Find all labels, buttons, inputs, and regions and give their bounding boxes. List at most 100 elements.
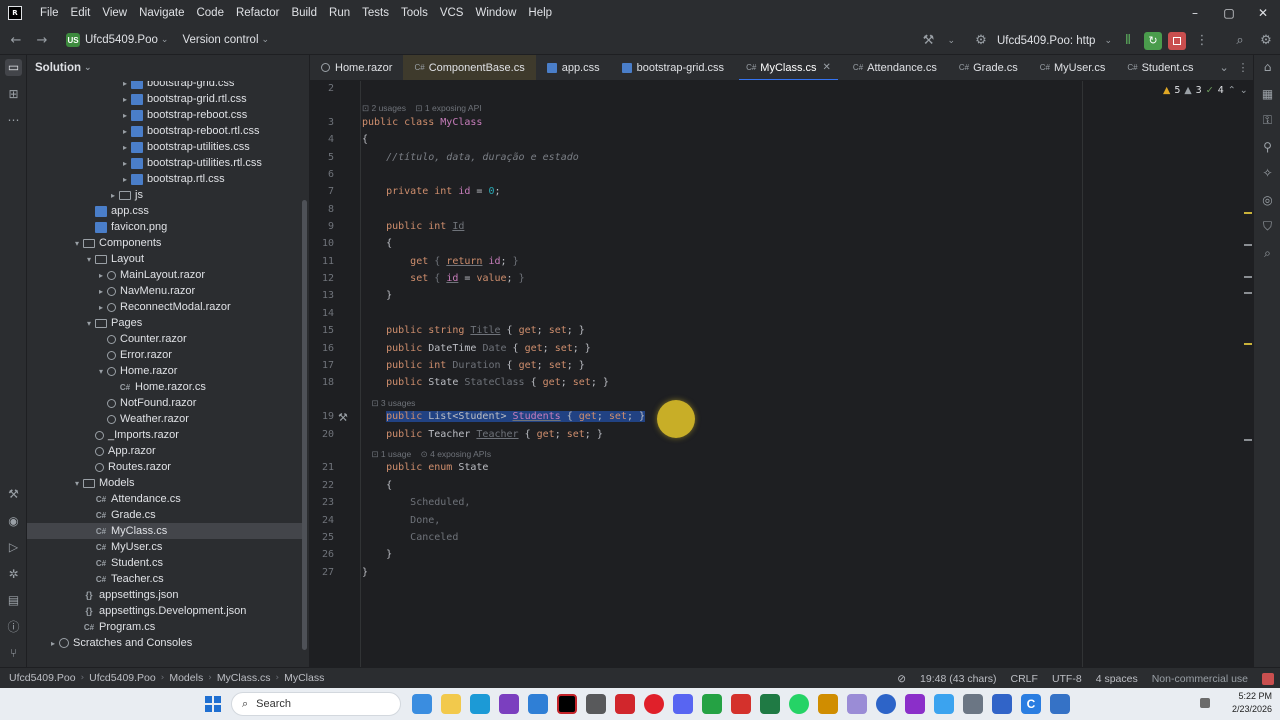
chevron-down-icon[interactable]: ▾ <box>83 319 95 328</box>
nuget-icon[interactable]: ⚿ <box>1259 112 1276 129</box>
breadcrumb-item[interactable]: Ufcd5409.Poo <box>6 672 79 684</box>
debug-icon[interactable]: ⦀ <box>1118 33 1138 48</box>
chrome-app-icon[interactable] <box>412 694 432 714</box>
chevron-right-icon[interactable]: ▸ <box>119 175 131 184</box>
code-line[interactable]: set { id = value; } <box>362 273 524 284</box>
license-status[interactable]: Non-commercial use <box>1152 673 1248 685</box>
code-line[interactable]: public List<Student> Students { get; set… <box>362 411 645 423</box>
code-line[interactable]: public int Duration { get; set; } <box>362 360 585 371</box>
inspection-widget[interactable]: ▲ 5 ▲ 3 ✓ 4 ⌃ ⌄ <box>1163 85 1248 96</box>
terminal-app-icon[interactable] <box>934 694 954 714</box>
hammer-gutter-icon[interactable]: ⚒ <box>338 411 348 424</box>
notifications-icon[interactable]: ⌂ <box>1259 59 1276 76</box>
chevron-down-icon[interactable]: ▾ <box>95 367 107 376</box>
chevron-down-icon[interactable]: ⌄ <box>1104 36 1112 46</box>
run-icon[interactable]: ▷ <box>5 539 22 556</box>
tray-icon[interactable] <box>1200 698 1210 708</box>
tree-item[interactable]: ▾ Home.razor <box>27 363 302 379</box>
tree-item[interactable]: C# Grade.cs <box>27 507 302 523</box>
close-button[interactable]: ✕ <box>1246 0 1280 26</box>
rider-logo-icon[interactable]: R <box>8 6 22 20</box>
code-line[interactable]: Done, <box>362 515 440 526</box>
chevron-down-icon[interactable]: ⌄ <box>947 36 955 46</box>
blender-app-icon[interactable] <box>818 694 838 714</box>
code-line[interactable]: public Teacher Teacher { get; set; } <box>362 429 603 440</box>
chevron-right-icon[interactable]: ▸ <box>47 639 59 648</box>
chevron-right-icon[interactable]: ▸ <box>119 95 131 104</box>
ide-status-icon[interactable] <box>1262 672 1274 685</box>
chevron-up-icon[interactable]: ⌃ <box>1228 85 1236 96</box>
upwork-app-icon[interactable] <box>702 694 722 714</box>
code-line[interactable]: { <box>362 480 392 491</box>
structure-icon[interactable]: ⊞ <box>5 86 22 103</box>
tree-item[interactable]: App.razor <box>27 443 302 459</box>
tree-item[interactable]: C# Student.cs <box>27 555 302 571</box>
tree-item[interactable]: Weather.razor <box>27 411 302 427</box>
tree-item[interactable]: ▸ bootstrap-reboot.rtl.css <box>27 123 302 139</box>
tree-item[interactable]: ▸ bootstrap.rtl.css <box>27 171 302 187</box>
minimize-button[interactable]: – <box>1178 0 1212 26</box>
tab-myuser-cs[interactable]: C# MyUser.cs <box>1029 55 1117 80</box>
maximize-button[interactable]: ▢ <box>1212 0 1246 26</box>
indent-setting[interactable]: 4 spaces <box>1096 673 1138 685</box>
code-line[interactable]: Canceled <box>362 532 458 543</box>
chevron-down-icon[interactable]: ▾ <box>71 239 83 248</box>
tab-app-css[interactable]: app.css <box>536 55 611 80</box>
unit-tests-icon[interactable]: ⚲ <box>1259 139 1276 156</box>
tab-myclass-cs[interactable]: C# MyClass.cs ✕ <box>735 55 842 80</box>
windows-start-icon[interactable] <box>205 696 221 712</box>
tree-item[interactable]: _Imports.razor <box>27 427 302 443</box>
menu-navigate[interactable]: Navigate <box>133 0 190 26</box>
chevron-right-icon[interactable]: ▸ <box>95 271 107 280</box>
problems-icon[interactable]: ⓘ <box>5 619 22 636</box>
breadcrumb-item[interactable]: Models <box>166 672 206 684</box>
tab-attendance-cs[interactable]: C# Attendance.cs <box>842 55 948 80</box>
menu-build[interactable]: Build <box>285 0 323 26</box>
chevron-down-icon[interactable]: ▾ <box>83 255 95 264</box>
menu-window[interactable]: Window <box>469 0 522 26</box>
project-folder-icon[interactable]: ▭ <box>5 59 22 76</box>
tree-item[interactable]: ▾ Layout <box>27 251 302 267</box>
settings-app-icon[interactable] <box>963 694 983 714</box>
tree-item[interactable]: ▸ bootstrap-grid.rtl.css <box>27 91 302 107</box>
chevron-right-icon[interactable]: ▸ <box>107 191 119 200</box>
tree-item[interactable]: C# Attendance.cs <box>27 491 302 507</box>
chevron-right-icon[interactable]: ▸ <box>119 159 131 168</box>
tree-item[interactable]: Routes.razor <box>27 459 302 475</box>
code-line[interactable]: public class MyClass <box>362 117 482 128</box>
calculator-app-icon[interactable] <box>1050 694 1070 714</box>
chevron-right-icon[interactable]: ▸ <box>119 81 131 88</box>
tree-item[interactable]: ▸ Scratches and Consoles <box>27 635 302 651</box>
chevron-down-icon[interactable]: ⌄ <box>1240 85 1248 96</box>
tree-item[interactable]: ▾ Pages <box>27 315 302 331</box>
excel-app-icon[interactable] <box>760 694 780 714</box>
cortana-app-icon[interactable]: C <box>1021 694 1041 714</box>
caret-position[interactable]: 19:48 (43 chars) <box>920 673 996 685</box>
code-line[interactable]: public enum State <box>362 462 488 473</box>
tree-item[interactable]: C# MyUser.cs <box>27 539 302 555</box>
tree-item[interactable]: {} appsettings.json <box>27 587 302 603</box>
build-hammer-icon[interactable]: ⚒ <box>918 33 938 48</box>
visual-studio-app-icon[interactable] <box>499 694 519 714</box>
obs-app-icon[interactable] <box>905 694 925 714</box>
tree-item[interactable]: C# Home.razor.cs <box>27 379 302 395</box>
dynamic-program-analysis-icon[interactable]: ⌕ <box>1259 245 1276 262</box>
close-tab-icon[interactable]: ✕ <box>823 62 831 73</box>
run-configuration-selector[interactable]: Ufcd5409.Poo: http <box>997 35 1095 47</box>
tree-item[interactable]: C# Teacher.cs <box>27 571 302 587</box>
chevron-down-icon[interactable]: ⌄ <box>161 35 169 45</box>
tab-componentbase-cs[interactable]: C# ComponentBase.cs <box>403 55 536 80</box>
photos-app-icon[interactable] <box>847 694 867 714</box>
tree-item[interactable]: ▸ MainLayout.razor <box>27 267 302 283</box>
taskbar-search[interactable]: ⌕ Search <box>231 692 401 716</box>
code-editor[interactable]: ▲ 5 ▲ 3 ✓ 4 ⌃ ⌄ ⚒ 2 ⊡ 2 usages ⊡ 1 exposing … <box>310 81 1253 667</box>
rider-app-icon[interactable] <box>557 694 577 714</box>
solution-header[interactable]: Solution ⌄ <box>27 55 309 81</box>
discord-app-icon[interactable] <box>673 694 693 714</box>
menu-code[interactable]: Code <box>190 0 230 26</box>
system-clock[interactable]: 5:22 PM 2/23/2026 <box>1232 690 1272 716</box>
services-icon[interactable]: ◉ <box>5 513 22 530</box>
chevron-right-icon[interactable]: ▸ <box>119 111 131 120</box>
tree-item[interactable]: ▸ NavMenu.razor <box>27 283 302 299</box>
chevron-right-icon[interactable]: ▸ <box>95 303 107 312</box>
